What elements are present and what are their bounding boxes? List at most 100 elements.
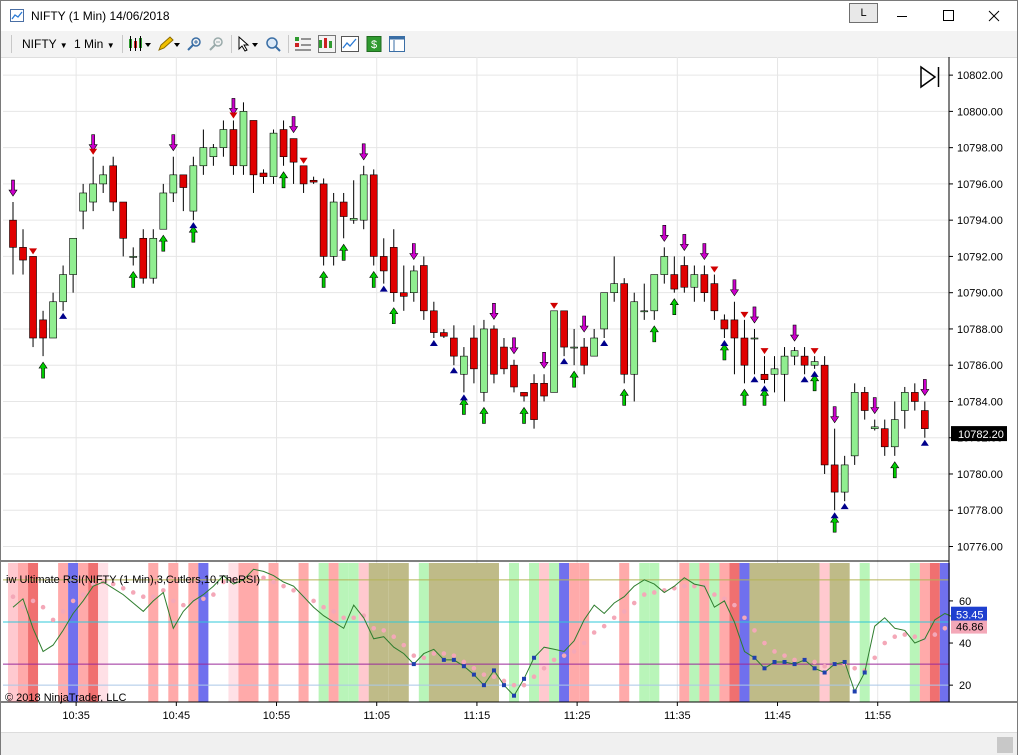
title-bar[interactable]: NIFTY (1 Min) 14/06/2018 L bbox=[1, 1, 1017, 31]
up-marker-icon bbox=[459, 394, 468, 401]
candle-body bbox=[139, 237, 148, 279]
rsi-signal-dot bbox=[792, 657, 797, 663]
cursor-icon[interactable] bbox=[236, 35, 260, 53]
candle-body bbox=[430, 310, 438, 333]
close-button[interactable] bbox=[971, 1, 1017, 31]
up-marker-icon bbox=[750, 376, 759, 383]
rsi-signal-dot bbox=[30, 598, 36, 604]
rsi-band bbox=[679, 563, 690, 702]
time-tick-label: 11:45 bbox=[764, 710, 791, 722]
rsi-band bbox=[428, 563, 499, 702]
properties-panel-icon[interactable] bbox=[388, 35, 406, 53]
drawing-tool-icon[interactable] bbox=[156, 35, 180, 53]
rsi-signal-dot bbox=[732, 602, 737, 608]
candle-body bbox=[339, 201, 348, 217]
chart-canvas[interactable]: 10802.00 10800.00 10798.00 10796.00 10794.00… bbox=[1, 57, 1017, 732]
candle-body bbox=[600, 292, 608, 330]
zoom-in-icon[interactable] bbox=[185, 35, 203, 53]
rsi-band bbox=[348, 563, 359, 702]
rsi-oversold-marker bbox=[762, 666, 767, 671]
rsi-band bbox=[549, 563, 560, 702]
last-price-label: 10782.20 bbox=[958, 429, 1004, 441]
rsi-signal-dot bbox=[371, 625, 377, 631]
rsi-band bbox=[909, 563, 920, 702]
toolbar-separator bbox=[288, 35, 289, 53]
scroll-to-end-icon[interactable] bbox=[920, 65, 940, 89]
candle-body bbox=[650, 274, 659, 312]
link-button[interactable]: L bbox=[849, 3, 878, 23]
candle-body bbox=[570, 346, 578, 349]
rsi-signal-dot bbox=[651, 590, 657, 595]
rsi-band bbox=[318, 563, 329, 702]
rsi-tick-label: 20 bbox=[959, 680, 971, 692]
candle-body bbox=[550, 310, 558, 393]
candle-body bbox=[760, 373, 769, 381]
account-icon[interactable]: $ bbox=[365, 35, 383, 53]
horizontal-scrollbar[interactable] bbox=[1, 732, 1017, 755]
time-tick-label: 11:35 bbox=[664, 710, 691, 722]
candle-body bbox=[389, 247, 398, 293]
sell-arrow-icon bbox=[8, 179, 18, 197]
candle-body bbox=[399, 292, 408, 297]
data-box-icon[interactable] bbox=[264, 35, 282, 53]
rsi-signal-dot bbox=[812, 659, 817, 665]
rsi-signal-dot bbox=[521, 682, 527, 688]
price-tick-label: 10784.00 bbox=[957, 396, 1003, 408]
rsi-signal-dot bbox=[822, 663, 827, 669]
resize-grip-icon[interactable] bbox=[997, 737, 1013, 753]
candle-body bbox=[199, 147, 208, 167]
rsi-signal-dot bbox=[461, 659, 467, 665]
up-marker-icon bbox=[189, 222, 198, 229]
rsi-oversold-marker bbox=[522, 676, 527, 681]
rsi-band bbox=[639, 563, 650, 702]
rsi-signal-dot bbox=[782, 653, 787, 658]
candle-body bbox=[780, 355, 789, 375]
maximize-button[interactable] bbox=[925, 1, 971, 31]
candle-body bbox=[860, 392, 869, 411]
time-tick-label: 11:15 bbox=[464, 710, 491, 722]
rsi-band bbox=[338, 563, 349, 702]
down-marker-icon bbox=[710, 266, 719, 273]
buy-arrow-icon bbox=[519, 406, 529, 424]
sell-arrow-icon bbox=[920, 379, 930, 397]
down-marker-icon bbox=[760, 348, 769, 355]
minimize-button[interactable] bbox=[879, 1, 925, 31]
candle-body bbox=[520, 392, 528, 397]
instrument-label: NIFTY bbox=[22, 37, 57, 51]
candle-body bbox=[921, 410, 929, 429]
svg-text:$: $ bbox=[371, 39, 377, 51]
rsi-signal-dot bbox=[451, 653, 457, 658]
up-marker-icon bbox=[800, 376, 809, 383]
price-tick-label: 10802.00 bbox=[957, 70, 1003, 82]
chart-panel[interactable]: 10802.00 10800.00 10798.00 10796.00 10794.00… bbox=[1, 57, 1017, 755]
rsi-signal-dot bbox=[20, 604, 26, 610]
rsi-band bbox=[829, 563, 850, 702]
candle-body bbox=[740, 337, 749, 366]
instrument-selector[interactable]: NIFTY ▼ bbox=[22, 35, 68, 53]
chart-style-icon[interactable] bbox=[128, 35, 152, 53]
rsi-tick-label: 60 bbox=[959, 596, 971, 608]
rsi-signal-dot bbox=[631, 600, 637, 606]
up-marker-icon bbox=[760, 385, 769, 392]
rsi-band bbox=[529, 563, 540, 702]
strategies-icon[interactable] bbox=[318, 35, 336, 53]
time-tick-label: 11:55 bbox=[864, 710, 891, 722]
rsi-signal-dot bbox=[892, 634, 898, 640]
zoom-out-icon[interactable] bbox=[207, 35, 225, 53]
buy-arrow-icon bbox=[389, 307, 399, 325]
rsi-oversold-marker bbox=[822, 670, 827, 675]
chart-properties-icon[interactable] bbox=[341, 35, 359, 53]
close-icon bbox=[988, 10, 1000, 22]
rsi-signal-dot bbox=[80, 592, 86, 597]
rsi-signal-dot bbox=[591, 630, 597, 635]
buy-arrow-icon bbox=[739, 388, 750, 406]
rsi-oversold-marker bbox=[812, 666, 817, 671]
indicators-icon[interactable] bbox=[294, 35, 312, 53]
rsi-signal-dot bbox=[772, 649, 777, 654]
rsi-oversold-marker bbox=[451, 657, 456, 662]
sell-arrow-icon bbox=[539, 351, 549, 369]
rsi-signal-dot bbox=[351, 615, 356, 621]
interval-selector[interactable]: 1 Min ▼ bbox=[74, 35, 115, 53]
candle-body bbox=[379, 256, 388, 272]
candle-body bbox=[29, 256, 37, 339]
